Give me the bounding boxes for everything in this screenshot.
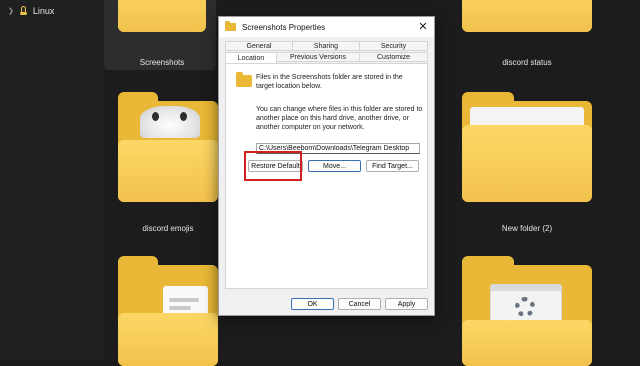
cat-thumbnail [140,106,200,138]
folder-settings-preview[interactable] [462,256,592,366]
folder-documents-preview[interactable] [118,256,218,366]
linux-icon [19,6,28,16]
close-icon[interactable]: ✕ [416,20,430,34]
tab-row-top: General Sharing Security [225,41,428,51]
ok-button[interactable]: OK [291,298,334,310]
gear-icon [515,297,535,317]
nav-item-label: Linux [32,6,55,16]
folder-icon [236,72,252,87]
cancel-button[interactable]: Cancel [338,298,381,310]
folder-discord-emojis[interactable] [118,92,218,202]
tab-customize[interactable]: Customize [359,52,428,62]
nav-item-linux[interactable]: ❯ Linux [8,6,54,16]
move-button[interactable]: Move... [308,160,361,172]
tab-security[interactable]: Security [359,41,428,51]
folder-new-folder-2[interactable] [462,92,592,202]
folder-icon [225,21,236,31]
apply-button[interactable]: Apply [385,298,428,310]
tab-previous-versions[interactable]: Previous Versions [276,52,360,62]
folder-screenshots[interactable] [118,0,206,32]
location-info-text: Files in the Screenshots folder are stor… [256,74,403,90]
tab-sharing[interactable]: Sharing [292,41,360,51]
folder-label: Screenshots [139,58,185,67]
folder-label: New folder (2) [501,224,553,233]
find-target-button[interactable]: Find Target... [366,160,419,172]
location-description: You can change where files in this folde… [256,106,423,131]
dialog-titlebar: Screenshots Properties ✕ [219,17,434,37]
navigation-pane: ❯ Linux [0,0,104,360]
folder-discord-status[interactable] [462,0,592,32]
folder-label: discord status [502,58,552,67]
dialog-title: Screenshots Properties [242,22,326,32]
tab-general[interactable]: General [225,41,293,51]
folder-label: discord emojis [142,224,194,233]
chevron-right-icon[interactable]: ❯ [8,7,14,15]
annotation-highlight-box [244,151,302,181]
